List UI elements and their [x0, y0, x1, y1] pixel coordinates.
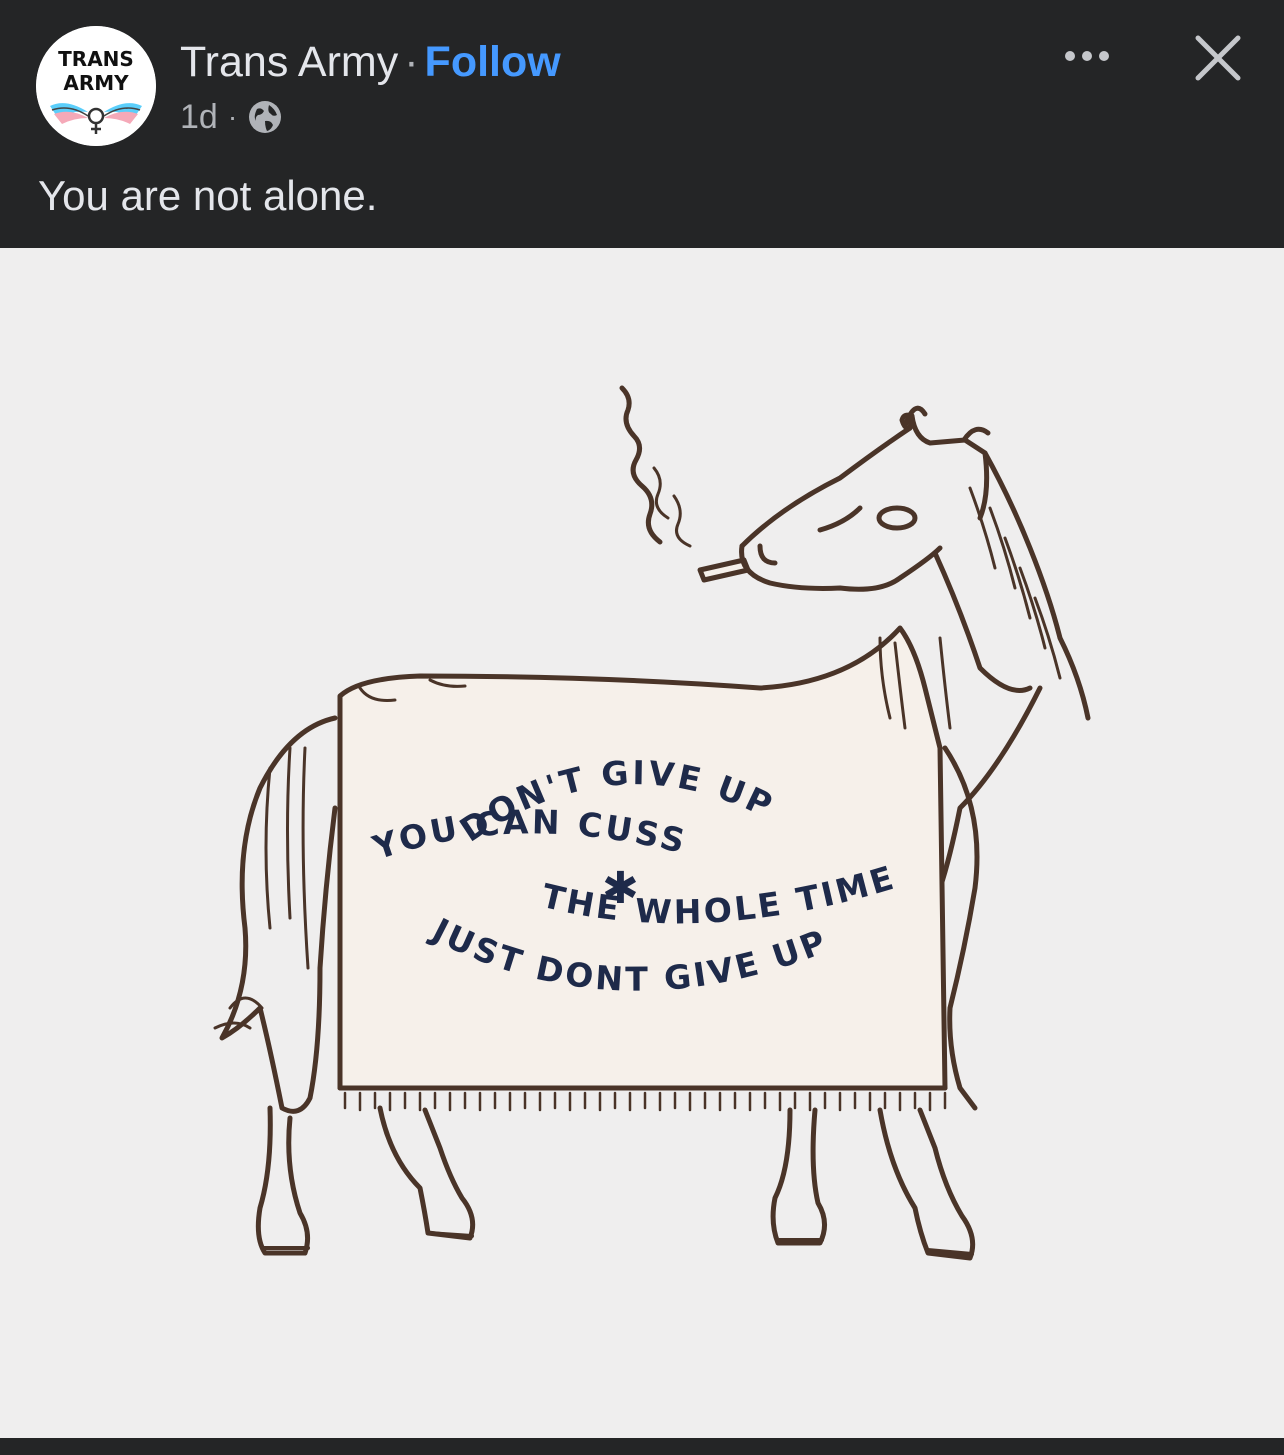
post-author-line: Trans Army · Follow	[180, 36, 561, 88]
bottom-bar	[0, 1438, 1284, 1455]
post-header: TRANS ARMY Trans Army · Follow 1d · You …	[0, 0, 1284, 248]
post-timestamp[interactable]: 1d	[180, 98, 218, 137]
more-dot	[1082, 51, 1092, 61]
post-meta: 1d ·	[180, 96, 283, 138]
trans-army-logo: TRANS ARMY	[36, 26, 156, 146]
author-separator: ·	[404, 38, 419, 86]
globe-icon	[249, 101, 282, 133]
logo-text-line1: TRANS	[58, 47, 134, 71]
more-dot	[1065, 51, 1075, 61]
more-options-button[interactable]	[1058, 34, 1116, 78]
more-dot	[1099, 51, 1109, 61]
page-avatar[interactable]: TRANS ARMY	[36, 26, 156, 146]
follow-button[interactable]: Follow	[425, 38, 561, 86]
page-name-link[interactable]: Trans Army	[180, 38, 398, 86]
blanket-star-icon: ✱	[602, 863, 642, 914]
close-icon[interactable]	[1190, 30, 1246, 86]
meta-separator: ·	[227, 101, 238, 132]
horse-illustration: DON'T GIVE UP YOU CAN CUSS THE WHOLE TIM…	[213, 385, 1091, 1261]
logo-text-line2: ARMY	[63, 71, 129, 95]
post-image[interactable]: DON'T GIVE UP YOU CAN CUSS THE WHOLE TIM…	[0, 248, 1284, 1438]
post-caption: You are not alone.	[38, 172, 378, 219]
